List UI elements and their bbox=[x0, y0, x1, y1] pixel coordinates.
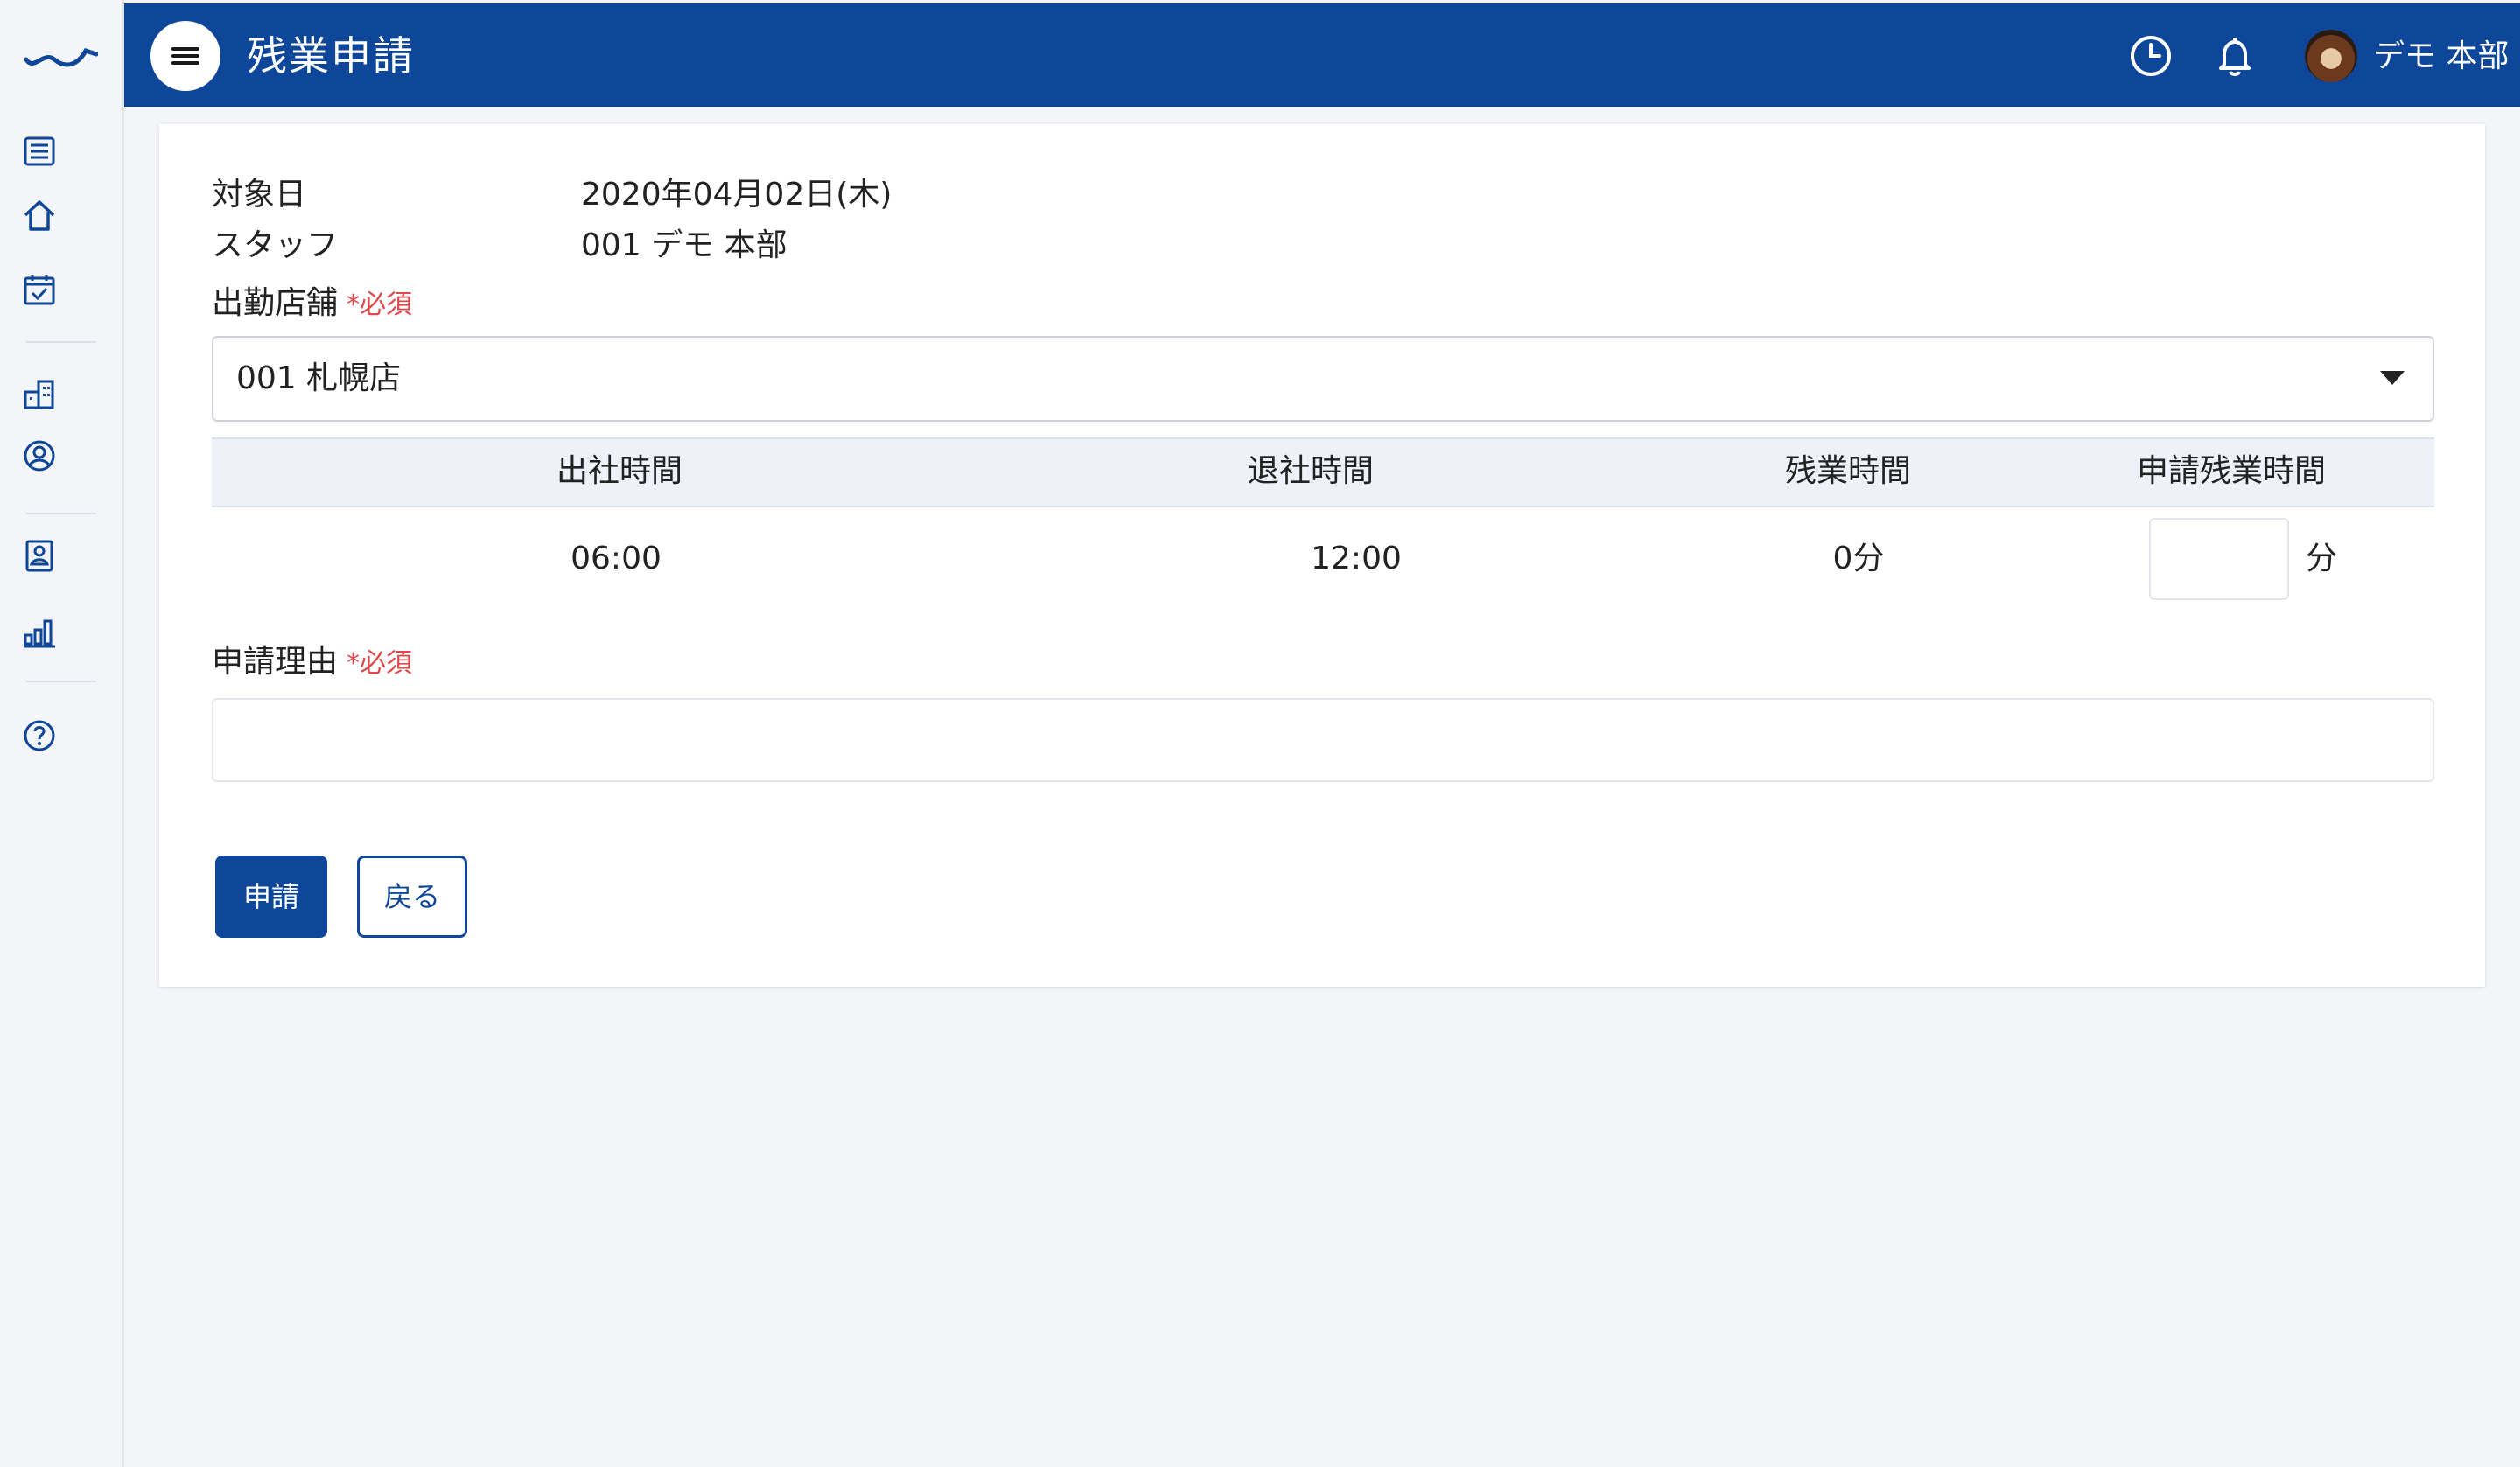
sidebar-divider bbox=[26, 341, 96, 343]
top-header: 残業申請 デモ 本部 bbox=[124, 3, 2520, 107]
store-field-label: 出勤店舗 *必須 bbox=[212, 283, 412, 325]
minutes-unit: 分 bbox=[2305, 541, 2337, 576]
hamburger-icon bbox=[172, 61, 200, 65]
requested-overtime-input[interactable] bbox=[2149, 518, 2289, 600]
target-date-label: 対象日 bbox=[212, 177, 307, 213]
hamburger-icon bbox=[172, 47, 200, 51]
target-date-value: 2020年04月02日(木) bbox=[581, 177, 892, 213]
column-header-requested-overtime: 申請残業時間 bbox=[2136, 453, 2326, 489]
id-badge-icon[interactable] bbox=[21, 537, 58, 574]
bar-chart-icon[interactable] bbox=[21, 614, 58, 651]
overtime-request-form: 対象日 2020年04月02日(木) スタッフ 001 デモ 本部 出勤店舗 *必… bbox=[159, 124, 2485, 987]
column-header-clock-out: 退社時間 bbox=[1247, 453, 1374, 489]
reason-field-label: 申請理由 *必須 bbox=[212, 642, 412, 684]
avatar[interactable] bbox=[2305, 30, 2357, 82]
building-icon[interactable] bbox=[21, 376, 58, 413]
staff-label: スタッフ bbox=[212, 227, 339, 263]
required-mark: *必須 bbox=[346, 648, 413, 679]
store-label: 出勤店舗 bbox=[212, 285, 339, 321]
user-circle-icon[interactable] bbox=[21, 437, 58, 474]
user-name[interactable]: デモ 本部 bbox=[2373, 37, 2509, 77]
sidebar-divider bbox=[26, 681, 96, 682]
submit-button[interactable]: 申請 bbox=[215, 856, 327, 938]
hamburger-icon bbox=[172, 54, 200, 58]
clock-in-value: 06:00 bbox=[570, 541, 662, 576]
store-select[interactable]: 001 札幌店 bbox=[212, 336, 2434, 422]
menu-button[interactable] bbox=[150, 21, 220, 91]
overtime-value: 0分 bbox=[1832, 541, 1885, 576]
table-header: 出社時間 退社時間 残業時間 申請残業時間 bbox=[212, 437, 2434, 507]
back-button[interactable]: 戻る bbox=[357, 856, 467, 938]
help-icon[interactable] bbox=[21, 717, 58, 754]
list-icon[interactable] bbox=[21, 133, 58, 170]
page-title: 残業申請 bbox=[247, 32, 415, 80]
sidebar-divider bbox=[26, 513, 96, 514]
clock-out-value: 12:00 bbox=[1311, 541, 1402, 576]
home-icon[interactable] bbox=[21, 198, 58, 234]
reason-label: 申請理由 bbox=[212, 644, 339, 680]
store-select-value: 001 札幌店 bbox=[236, 360, 402, 396]
required-mark: *必須 bbox=[346, 290, 413, 320]
column-header-clock-in: 出社時間 bbox=[556, 453, 682, 489]
staff-value: 001 デモ 本部 bbox=[581, 227, 788, 263]
clock-icon[interactable] bbox=[2128, 33, 2174, 79]
caret-down-icon bbox=[2380, 371, 2404, 385]
sidebar bbox=[0, 0, 124, 1467]
bell-icon[interactable] bbox=[2212, 33, 2258, 79]
column-header-overtime: 残業時間 bbox=[1784, 453, 1911, 489]
calendar-check-icon[interactable] bbox=[21, 271, 58, 308]
logo-icon[interactable] bbox=[24, 42, 98, 68]
reason-input[interactable] bbox=[212, 698, 2434, 782]
